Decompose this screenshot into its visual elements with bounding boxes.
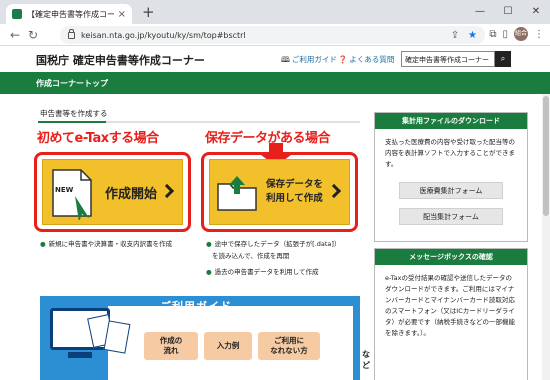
search-icon[interactable]: ⌕ (495, 51, 511, 67)
sidepanel-icon[interactable]: ▯ (502, 29, 508, 40)
resume-label-line2[interactable]: 利用して作成 (266, 193, 323, 204)
resume-label-line1[interactable]: 保存データを (266, 179, 323, 190)
page-title[interactable]: 国税庁 確定申告書等作成コーナー (36, 52, 205, 68)
chip-line[interactable]: 作成の (160, 336, 183, 345)
bullet-text: 新規に申告書や決算書・収支内訳書を作成 (48, 240, 173, 248)
guide-example-button[interactable]: 入力例 (204, 332, 252, 360)
message-box-panel: メッセージボックスの確認 e-Taxの受付結果の確認や送信したデータのダウンロー… (374, 248, 528, 380)
guide-flow-button[interactable]: 作成の 流れ (144, 332, 198, 360)
annotation-saved-data: 保存データがある場合 (205, 131, 331, 146)
bullet-text: 途中で保存したデータ（拡張子が[.data]） (214, 240, 341, 248)
back-icon[interactable]: ← (6, 28, 24, 42)
section-title: 申告書等を作成する (40, 109, 108, 118)
reload-icon[interactable]: ↻ (24, 28, 42, 42)
window-close-button[interactable]: ✕ (522, 0, 550, 24)
book-icon: 🕮 (281, 55, 290, 64)
chip-line[interactable]: なれない方 (270, 346, 308, 355)
monitor-stand (68, 352, 92, 358)
folder-upload-icon (217, 176, 257, 211)
dividend-form-button[interactable]: 配当集計フォーム (399, 208, 503, 225)
lock-icon[interactable] (68, 28, 75, 39)
download-panel-title: 集計用ファイルのダウンロード (375, 113, 527, 129)
tab-close-icon[interactable]: × (118, 9, 126, 20)
usage-guide-banner[interactable]: ご利用ガイド 作成の流れ 入力例 ご利用になれない方 など (40, 296, 370, 380)
url-text[interactable]: keisan.nta.go.jp/kyoutu/ky/sm/top#bsctrl (81, 31, 445, 40)
faq-link-label[interactable]: よくある質問 (349, 55, 394, 64)
site-favicon-icon (12, 9, 22, 19)
site-header: 国税庁 確定申告書等作成コーナー 🕮 ご利用ガイド ❓ よくある質問 確定申告書等作… (0, 46, 550, 72)
new-tab-button[interactable]: + (142, 4, 155, 20)
guide-etc: など (362, 350, 370, 370)
bullet-new: ● 新規に申告書や決算書・収支内訳書を作成 (40, 240, 173, 248)
resume-label[interactable]: 保存データを 利用して作成 (266, 178, 323, 206)
site-search-input[interactable]: 確定申告書等作成コーナー (401, 51, 495, 67)
create-start-label[interactable]: 作成開始 (105, 183, 157, 202)
message-box-title: メッセージボックスの確認 (375, 249, 527, 265)
tab-title: 【確定申告書等作成コーナー】-作成 (27, 9, 114, 19)
create-start-button[interactable]: NEW 作成開始 (42, 159, 183, 225)
scrollbar-thumb[interactable] (543, 96, 549, 216)
medical-form-button[interactable]: 医療費集計フォーム (399, 182, 503, 199)
question-icon: ❓ (338, 55, 348, 64)
maximize-button[interactable]: ☐ (494, 0, 522, 24)
extensions-icon[interactable]: ⧉ (489, 29, 496, 40)
section-divider (38, 121, 360, 123)
download-panel-text: 支払った医療費の内容や受け取った配当等の内容を表計算ソフトで入力することができま… (385, 138, 515, 168)
faq-link[interactable]: ❓ よくある質問 (338, 54, 394, 65)
browser-toolbar: ← ↻ keisan.nta.go.jp/kyoutu/ky/sm/top#bs… (0, 24, 550, 46)
bullet-text: 過去の申告書データを利用して作成 (214, 268, 319, 276)
message-box-text: e-Taxの受付結果の確認や送信したデータのダウンロードができます。ご利用にはマ… (385, 274, 515, 337)
bullet-resume: ● 途中で保存したデータ（拡張子が[.data]） (206, 240, 341, 248)
guide-link[interactable]: 🕮 ご利用ガイド (281, 54, 337, 67)
menu-icon[interactable]: ⋮ (534, 29, 544, 40)
chip-line[interactable]: 流れ (164, 346, 179, 355)
address-bar[interactable]: keisan.nta.go.jp/kyoutu/ky/sm/top#bsctrl… (60, 26, 485, 44)
minimize-button[interactable]: — (466, 0, 494, 24)
new-badge: NEW (55, 186, 74, 194)
profile-avatar[interactable]: 組合 (514, 27, 528, 41)
bullet-resume-cont: を読み込んで、作成を再開 (212, 252, 290, 260)
chip-line[interactable]: ご利用に (274, 336, 304, 345)
tab-strip: 【確定申告書等作成コーナー】-作成 × + — ☐ ✕ (0, 0, 550, 24)
bookmark-star-icon[interactable]: ★ (468, 30, 477, 41)
chevron-right-icon (159, 183, 175, 199)
resume-saved-data-button[interactable]: 保存データを 利用して作成 (209, 159, 350, 225)
browser-tab[interactable]: 【確定申告書等作成コーナー】-作成 × (6, 4, 132, 24)
breadcrumb-bar: 作成コーナートップ (0, 72, 550, 94)
download-panel: 集計用ファイルのダウンロード 支払った医療費の内容や受け取った配当等の内容を表計… (374, 112, 528, 242)
guide-unavailable-button[interactable]: ご利用に なれない方 (258, 332, 320, 360)
chevron-right-icon (326, 183, 342, 199)
share-icon[interactable]: ⇪ (451, 30, 459, 41)
bullet-past-data: ● 過去の申告書データを利用して作成 (206, 268, 319, 276)
annotation-first-etax: 初めてe-Taxする場合 (37, 131, 159, 146)
guide-link-label[interactable]: ご利用ガイド (292, 55, 337, 64)
